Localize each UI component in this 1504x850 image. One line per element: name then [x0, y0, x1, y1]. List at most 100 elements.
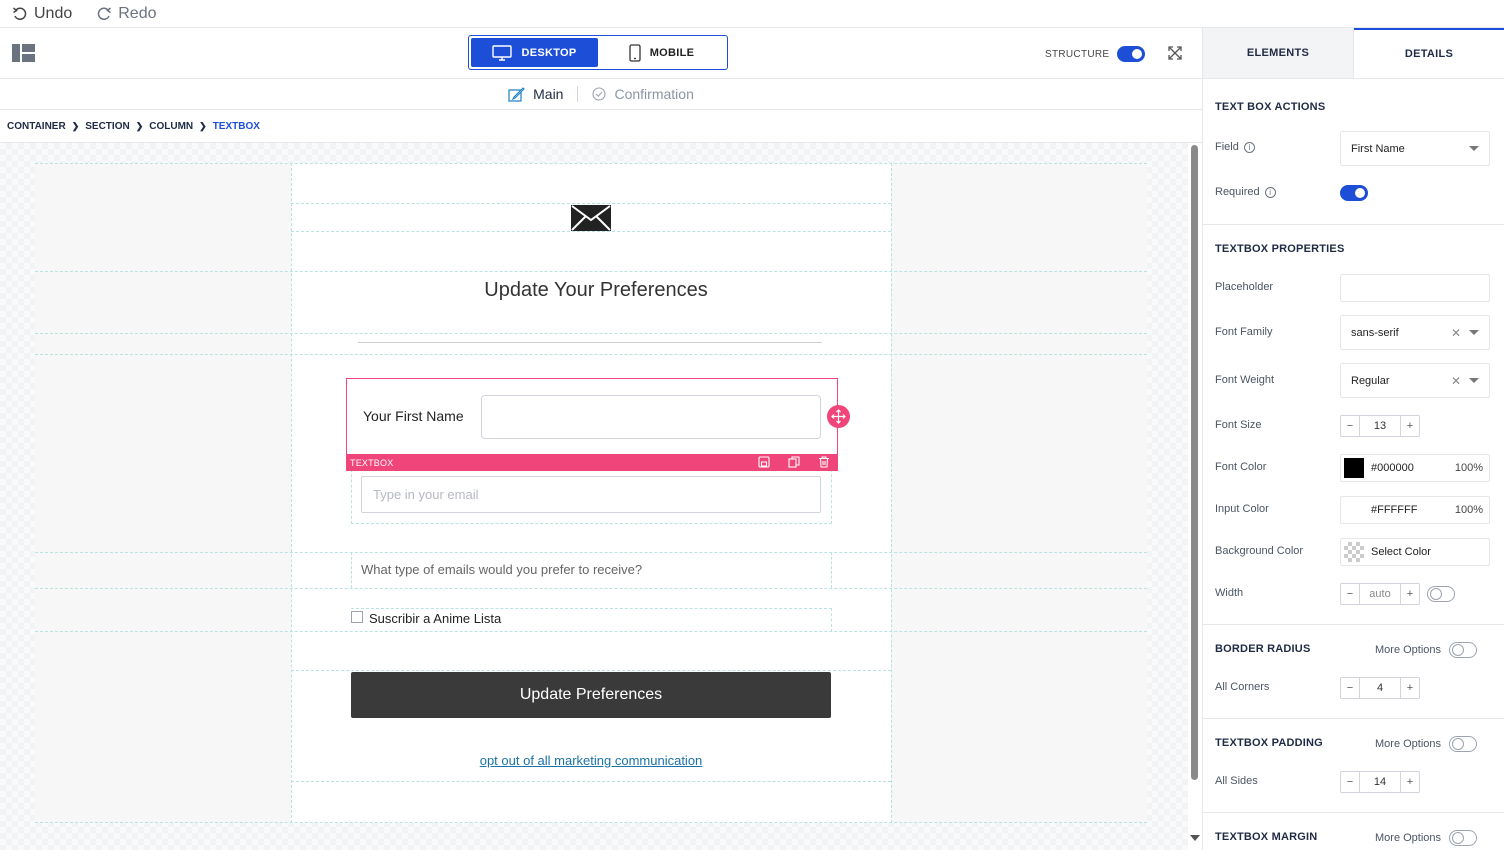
font-color-hex[interactable]: #000000	[1371, 462, 1414, 474]
increment-button[interactable]: +	[1401, 416, 1419, 436]
decrement-button[interactable]: −	[1341, 416, 1359, 436]
input-color-label: Input Color	[1215, 503, 1269, 515]
desktop-button[interactable]: DESKTOP	[471, 38, 598, 67]
more-options-label: More Options	[1375, 738, 1442, 750]
increment-button[interactable]: +	[1401, 584, 1419, 604]
subscription-option[interactable]: Suscribir a Anime Lista	[351, 610, 501, 626]
font-color-opacity[interactable]: 100%	[1455, 462, 1483, 474]
input-color-picker[interactable]: #FFFFFF 100%	[1340, 496, 1490, 524]
undo-button[interactable]: Undo	[12, 5, 72, 23]
guide-line	[351, 552, 352, 588]
clear-icon[interactable]: ✕	[1451, 374, 1461, 388]
tab-divider	[577, 86, 579, 102]
info-icon[interactable]: i	[1243, 141, 1255, 153]
desktop-label: DESKTOP	[521, 46, 577, 59]
layout-icon[interactable]	[12, 44, 35, 62]
expand-icon[interactable]	[1167, 45, 1183, 61]
scroll-down-icon[interactable]	[1190, 835, 1200, 841]
save-icon[interactable]	[758, 456, 770, 468]
subscribe-checkbox[interactable]	[351, 610, 363, 623]
color-swatch[interactable]	[1344, 542, 1364, 562]
guide-line	[35, 354, 1147, 355]
divider[interactable]	[358, 342, 822, 343]
chevron-down-icon	[1469, 330, 1479, 335]
email-input[interactable]: Type in your email	[361, 476, 821, 513]
guide-line	[351, 469, 352, 524]
font-family-label: Font Family	[1215, 326, 1273, 338]
tab-elements[interactable]: ELEMENTS	[1203, 28, 1354, 78]
chevron-right-icon: ❯	[71, 120, 80, 131]
more-options-toggle[interactable]	[1449, 736, 1478, 752]
decrement-button[interactable]: −	[1341, 584, 1359, 604]
font-size-value[interactable]: 13	[1359, 416, 1401, 436]
redo-button[interactable]: Redo	[96, 4, 157, 23]
guide-line	[35, 163, 1147, 164]
breadcrumb-column[interactable]: COLUMN	[149, 121, 193, 132]
width-toggle[interactable]	[1427, 586, 1455, 602]
editor-toolbar: DESKTOP MOBILE STRUCTURE	[0, 28, 1202, 79]
corners-value[interactable]: 4	[1359, 678, 1401, 698]
font-weight-label: Font Weight	[1215, 374, 1275, 386]
update-preferences-button[interactable]: Update Preferences	[351, 672, 831, 718]
desktop-icon	[492, 44, 513, 61]
tab-main-label: Main	[533, 86, 564, 102]
sides-value[interactable]: 14	[1359, 772, 1401, 792]
chevron-down-icon	[1469, 146, 1479, 151]
clear-icon[interactable]: ✕	[1451, 326, 1461, 340]
tab-confirmation[interactable]: Confirmation	[592, 86, 694, 102]
canvas-scrollbar[interactable]	[1188, 143, 1202, 850]
more-options-toggle[interactable]	[1449, 642, 1478, 658]
increment-button[interactable]: +	[1401, 772, 1419, 792]
redo-icon	[97, 6, 112, 20]
structure-toggle[interactable]	[1117, 46, 1146, 62]
font-color-picker[interactable]: #000000 100%	[1340, 454, 1490, 482]
move-handle[interactable]	[827, 405, 850, 428]
padding-section: TEXTBOX PADDING More Options All Sides −…	[1203, 719, 1504, 813]
optout-link[interactable]: opt out of all marketing communication	[291, 753, 891, 768]
history-bar: Undo Redo	[0, 0, 1504, 28]
decrement-button[interactable]: −	[1341, 678, 1359, 698]
background-color-picker[interactable]: Select Color	[1340, 538, 1490, 566]
section-title: TEXTBOX PROPERTIES	[1215, 243, 1345, 255]
more-options-toggle[interactable]	[1449, 830, 1478, 846]
mobile-button[interactable]: MOBILE	[598, 38, 725, 67]
duplicate-icon[interactable]	[788, 456, 800, 468]
scroll-thumb[interactable]	[1191, 145, 1198, 780]
width-value[interactable]: auto	[1359, 584, 1401, 604]
placeholder-input[interactable]	[1340, 274, 1490, 302]
email-type-question[interactable]: What type of emails would you prefer to …	[361, 562, 642, 577]
properties-panel: ELEMENTS DETAILS TEXT BOX ACTIONS Field i…	[1202, 28, 1504, 850]
field-select-value: First Name	[1351, 142, 1405, 155]
device-toggle: DESKTOP MOBILE	[468, 35, 728, 70]
field-select[interactable]: First Name	[1340, 131, 1490, 166]
first-name-input[interactable]	[481, 395, 821, 439]
font-weight-select[interactable]: Regular ✕	[1340, 363, 1490, 398]
breadcrumb-container[interactable]: CONTAINER	[7, 121, 66, 132]
redo-label: Redo	[118, 4, 157, 22]
input-color-hex[interactable]: #FFFFFF	[1371, 504, 1417, 516]
textbox-actions-section: TEXT BOX ACTIONS Field i First Name Requi…	[1203, 79, 1504, 225]
increment-button[interactable]: +	[1401, 678, 1419, 698]
email-headline[interactable]: Update Your Preferences	[291, 279, 901, 302]
envelope-icon[interactable]	[570, 204, 612, 232]
color-swatch[interactable]	[1344, 458, 1364, 478]
editor-canvas[interactable]: Update Your Preferences Your First Name …	[0, 143, 1188, 850]
font-family-select[interactable]: sans-serif ✕	[1340, 315, 1490, 350]
section-title: TEXTBOX PADDING	[1215, 737, 1323, 749]
input-color-opacity[interactable]: 100%	[1455, 504, 1483, 516]
required-toggle[interactable]	[1340, 185, 1368, 201]
first-name-label: Your First Name	[363, 408, 464, 424]
textbox-properties-section: TEXTBOX PROPERTIES Placeholder Font Fami…	[1203, 225, 1504, 625]
decrement-button[interactable]: −	[1341, 772, 1359, 792]
trash-icon[interactable]	[818, 456, 830, 468]
undo-label: Undo	[34, 4, 73, 22]
info-icon[interactable]: i	[1264, 186, 1276, 198]
tab-main[interactable]: Main	[508, 86, 563, 102]
section-title: TEXTBOX MARGIN	[1215, 831, 1318, 843]
guide-line	[35, 631, 1147, 632]
tab-details[interactable]: DETAILS	[1354, 28, 1504, 78]
guide-line	[831, 552, 832, 588]
breadcrumb-section[interactable]: SECTION	[85, 121, 129, 132]
color-swatch[interactable]	[1344, 500, 1364, 520]
guide-line	[291, 781, 891, 782]
